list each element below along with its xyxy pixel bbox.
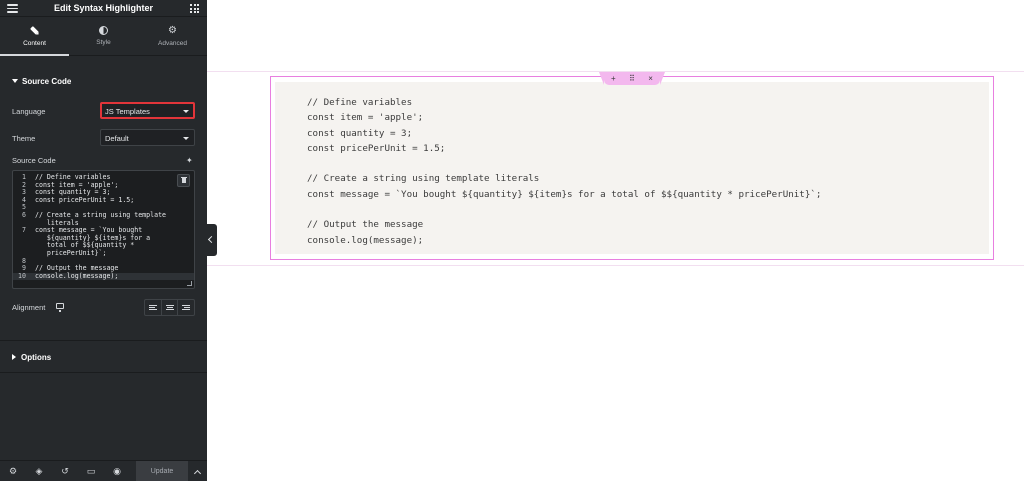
panel-title: Edit Syntax Highlighter [53, 3, 153, 13]
theme-select[interactable]: Default [100, 129, 195, 146]
preview-code-line [307, 202, 821, 217]
update-button[interactable]: Update [136, 461, 188, 481]
code-lines: 1// Define variables 2 const item = 'apple… [13, 171, 194, 281]
preview-code-line: const message = `You bought ${quantity} … [307, 188, 822, 200]
line-number: 10 [18, 271, 26, 280]
align-right-button[interactable] [178, 300, 194, 315]
syntax-highlighter-widget[interactable]: // Define variables const item = 'apple';… [270, 76, 994, 260]
tab-style-label: Style [96, 39, 111, 46]
alignment-control [144, 299, 195, 316]
preview-code-line: console.log(message); [307, 234, 424, 246]
panel-header: Edit Syntax Highlighter [0, 0, 207, 17]
alignment-label: Alignment [12, 303, 46, 312]
code-line: 10 console.log(message); [13, 271, 194, 281]
theme-label: Theme [12, 134, 36, 143]
tab-advanced-label: Advanced [158, 40, 187, 47]
caret-down-icon [12, 79, 18, 83]
gear-icon: ⚙ [168, 25, 177, 36]
code-line-text: const pricePerUnit = 1.5; [35, 195, 135, 204]
section-source-code-toggle[interactable]: Source Code [12, 77, 71, 86]
move-handle-icon[interactable]: ⠿ [625, 72, 639, 85]
line-number: 6 [22, 210, 26, 219]
preview-code-line: // Output the message [307, 219, 424, 231]
settings-gear-icon[interactable]: ⚙ [0, 461, 26, 481]
language-select[interactable]: JS Templates [100, 102, 195, 119]
tab-content-label: Content [23, 40, 46, 47]
collapse-panel-button[interactable] [207, 224, 217, 256]
preview-eye-icon[interactable]: ◉ [104, 461, 130, 481]
ai-sparkle-icon[interactable]: ✦ [186, 156, 193, 165]
line-number [13, 235, 35, 243]
section-options-title: Options [21, 353, 52, 362]
section-guide-bottom [207, 265, 1024, 266]
language-label: Language [12, 107, 46, 116]
chevron-down-icon [183, 110, 189, 113]
preview-code-line: const pricePerUnit = 1.5; [307, 142, 446, 154]
resize-handle-icon[interactable] [187, 281, 192, 286]
code-block: // Define variables const item = 'apple';… [275, 82, 989, 254]
tab-style[interactable]: Style [69, 18, 138, 55]
layers-icon[interactable]: ◈ [26, 461, 52, 481]
preview-code: // Define variables const item = 'apple';… [307, 95, 821, 248]
code-line: pricePerUnit}`; [13, 248, 194, 258]
preview-code-line: const quantity = 3; [307, 127, 413, 139]
widget-toolbar: + ⠿ × [599, 72, 665, 85]
language-select-value: JS Templates [105, 107, 150, 116]
half-circle-icon [99, 26, 108, 35]
trash-icon [182, 178, 186, 183]
add-element-button[interactable]: + [606, 72, 620, 85]
align-center-button[interactable] [162, 300, 179, 315]
pencil-icon [27, 24, 41, 38]
code-line-text: console.log(message); [35, 271, 119, 280]
tab-content[interactable]: Content [0, 18, 69, 56]
section-options-toggle[interactable]: Options [12, 353, 51, 362]
history-icon[interactable]: ↺ [52, 461, 78, 481]
source-code-label: Source Code [12, 156, 56, 165]
align-left-button[interactable] [145, 300, 162, 315]
code-line-text: pricePerUnit}`; [35, 248, 107, 257]
responsive-icon[interactable]: ▭ [78, 461, 104, 481]
delete-element-button[interactable]: × [644, 72, 658, 85]
section-divider [0, 340, 207, 341]
panel-tabs: Content Style ⚙ Advanced [0, 18, 207, 56]
preview-code-line: // Define variables [307, 97, 413, 108]
panel-footer: ⚙ ◈ ↺ ▭ ◉ Update [0, 460, 207, 481]
editor-panel: Edit Syntax Highlighter Content Style ⚙ … [0, 0, 207, 481]
line-number: 7 [22, 226, 26, 235]
tab-advanced[interactable]: ⚙ Advanced [138, 18, 207, 55]
editor-app: Edit Syntax Highlighter Content Style ⚙ … [0, 0, 1024, 481]
desktop-icon[interactable] [56, 303, 64, 312]
preview-code-line: // Create a string using template litera… [307, 173, 540, 185]
code-line: 4 const pricePerUnit = 1.5; [13, 195, 194, 205]
section-divider [0, 372, 207, 373]
preview-code-line: const item = 'apple'; [307, 112, 424, 124]
clear-code-button[interactable] [177, 174, 190, 187]
caret-right-icon [12, 354, 16, 360]
preview-code-line [307, 156, 821, 171]
chevron-down-icon [183, 137, 189, 140]
chevron-up-icon [193, 469, 202, 477]
update-options-button[interactable] [188, 461, 207, 481]
theme-select-value: Default [105, 134, 129, 143]
widgets-grid-icon[interactable] [190, 4, 199, 13]
section-source-code-title: Source Code [22, 77, 72, 86]
source-code-editor[interactable]: 1// Define variables 2 const item = 'apple… [12, 170, 195, 289]
line-number [13, 242, 35, 250]
